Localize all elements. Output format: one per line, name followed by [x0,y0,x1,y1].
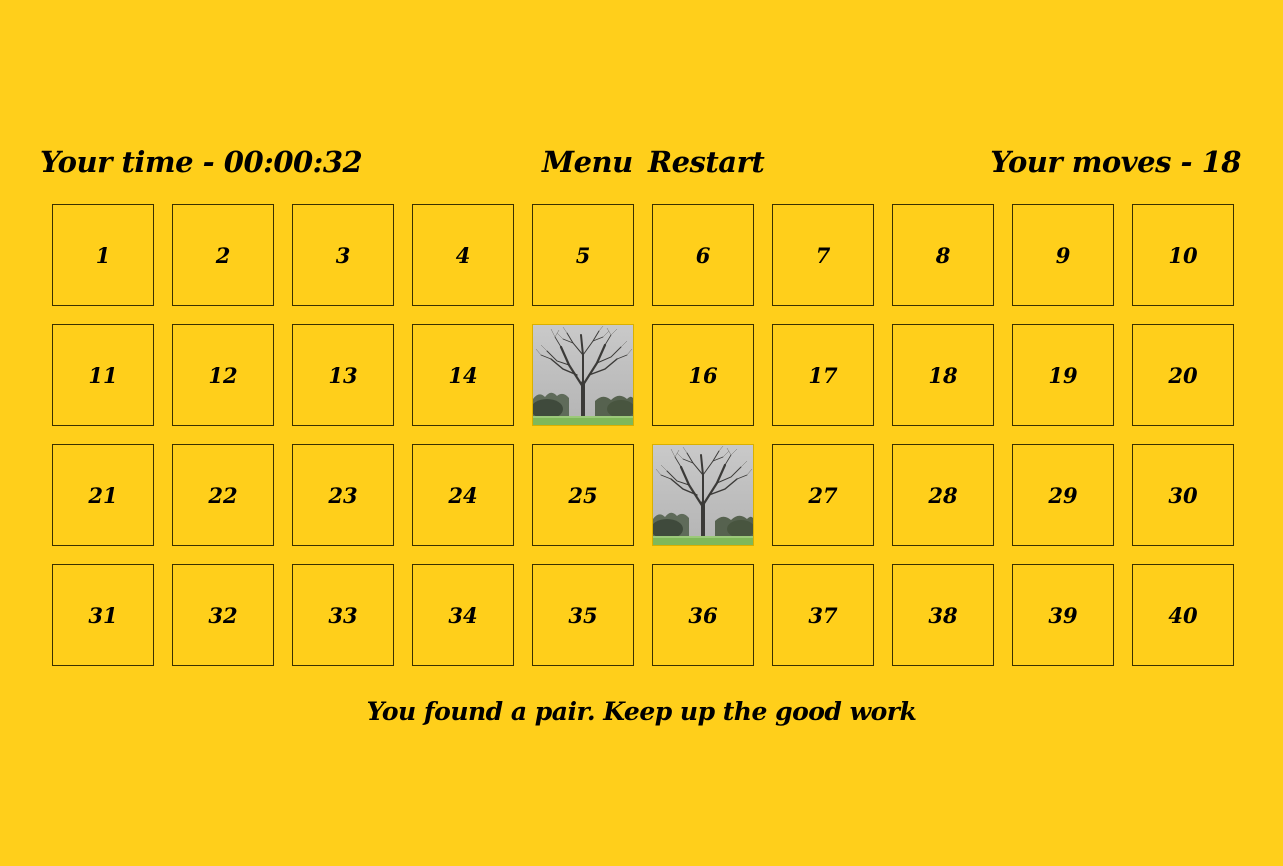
card[interactable]: 30 [1132,444,1234,546]
card-number: 32 [208,602,238,628]
card-number: 25 [568,482,598,508]
card[interactable]: 14 [412,324,514,426]
card[interactable]: 8 [892,204,994,306]
card[interactable]: 20 [1132,324,1234,426]
card[interactable]: 7 [772,204,874,306]
card-number: 21 [88,482,118,508]
card-number: 27 [808,482,838,508]
card-number: 13 [328,362,358,388]
card-number: 5 [575,242,591,268]
tree-photo-image [533,325,633,425]
card-number: 39 [1048,602,1078,628]
card-number: 18 [928,362,958,388]
card-number: 22 [208,482,238,508]
card-number: 3 [335,242,351,268]
card[interactable]: 28 [892,444,994,546]
card[interactable]: 12 [172,324,274,426]
card-number: 28 [928,482,958,508]
card-number: 24 [448,482,478,508]
card[interactable]: 3 [292,204,394,306]
card[interactable]: 24 [412,444,514,546]
card[interactable]: 39 [1012,564,1114,666]
card[interactable]: 37 [772,564,874,666]
card-number: 1 [95,242,111,268]
card-number: 19 [1048,362,1078,388]
card-number: 12 [208,362,238,388]
card-number: 6 [695,242,711,268]
card[interactable]: 10 [1132,204,1234,306]
card[interactable]: 9 [1012,204,1114,306]
card[interactable]: 11 [52,324,154,426]
card-number: 11 [88,362,118,388]
card-number: 9 [1055,242,1071,268]
card-number: 17 [808,362,838,388]
card[interactable]: 18 [892,324,994,426]
time-display: Your time - 00:00:32 [40,145,363,179]
card-board: 1 2 3 4 5 6 7 8 9 10 11 12 13 14 16 17 18 19 20 21 22 23 24 25 2… [52,204,1234,666]
card-number: 8 [935,242,951,268]
card[interactable]: 40 [1132,564,1234,666]
card[interactable]: 29 [1012,444,1114,546]
card-revealed[interactable] [532,324,634,426]
menu-button[interactable]: Menu [542,138,633,186]
card-number: 34 [448,602,478,628]
card-number: 7 [815,242,831,268]
card[interactable]: 38 [892,564,994,666]
card-number: 20 [1168,362,1198,388]
card[interactable]: 35 [532,564,634,666]
card[interactable]: 27 [772,444,874,546]
card[interactable]: 21 [52,444,154,546]
card[interactable]: 34 [412,564,514,666]
card[interactable]: 4 [412,204,514,306]
card-number: 35 [568,602,598,628]
status-message: You found a pair. Keep up the good work [366,697,917,726]
card-number: 30 [1168,482,1198,508]
card-number: 36 [688,602,718,628]
card[interactable]: 13 [292,324,394,426]
game-hud: Your time - 00:00:32 Menu Restart Your m… [0,138,1283,186]
restart-button[interactable]: Restart [648,138,765,186]
card-revealed[interactable] [652,444,754,546]
card-number: 33 [328,602,358,628]
card-number: 29 [1048,482,1078,508]
card[interactable]: 17 [772,324,874,426]
card-number: 37 [808,602,838,628]
card[interactable]: 36 [652,564,754,666]
card-number: 38 [928,602,958,628]
card[interactable]: 16 [652,324,754,426]
card-number: 14 [448,362,478,388]
tree-photo-image [653,445,753,545]
card[interactable]: 31 [52,564,154,666]
card[interactable]: 6 [652,204,754,306]
card[interactable]: 25 [532,444,634,546]
card[interactable]: 22 [172,444,274,546]
card[interactable]: 23 [292,444,394,546]
card-number: 10 [1168,242,1198,268]
card-number: 23 [328,482,358,508]
card-number: 4 [455,242,471,268]
card-number: 16 [688,362,718,388]
card-number: 2 [215,242,231,268]
card-number: 40 [1168,602,1198,628]
card[interactable]: 33 [292,564,394,666]
moves-counter: Your moves - 18 [990,145,1241,179]
card[interactable]: 2 [172,204,274,306]
card[interactable]: 19 [1012,324,1114,426]
card[interactable]: 1 [52,204,154,306]
card-number: 31 [88,602,118,628]
card[interactable]: 32 [172,564,274,666]
card[interactable]: 5 [532,204,634,306]
